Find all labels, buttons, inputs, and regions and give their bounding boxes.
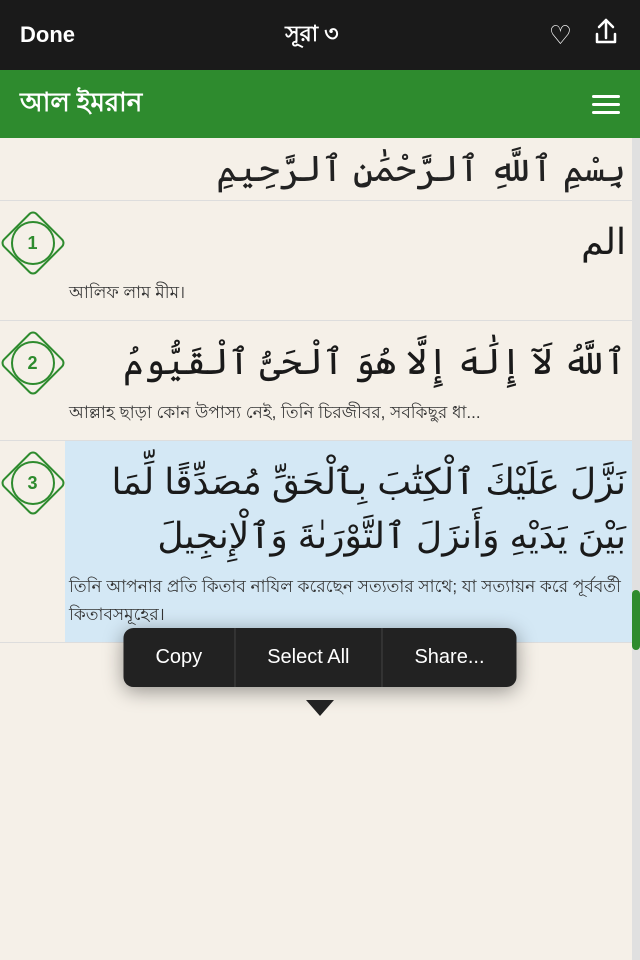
verse-1-container: 1 الم আলিফ লাম মীম। xyxy=(0,201,640,321)
verse-1-arabic: الم xyxy=(69,215,626,269)
verse-1-badge: 1 xyxy=(11,221,55,265)
top-nav: Done সূরা ৩ ♡ xyxy=(0,0,640,70)
verse-3-number-area: 3 xyxy=(0,441,65,641)
main-content: بِسْمِ ٱللَّهِ ٱلرَّحْمَٰنِ ٱلرَّحِيمِ 1… xyxy=(0,138,640,960)
hamburger-line-2 xyxy=(592,103,620,106)
verse-1-bengali: আলিফ লাম মীম। xyxy=(69,279,626,306)
verse-2-container: 2 ٱللَّهُ لَآ إِلَٰهَ إِلَّا هُوَ ٱلْحَى… xyxy=(0,321,640,441)
context-menu-arrow xyxy=(306,700,334,716)
done-button[interactable]: Done xyxy=(20,22,75,48)
bismillah-area: بِسْمِ ٱللَّهِ ٱلرَّحْمَٰنِ ٱلرَّحِيمِ xyxy=(0,138,640,201)
share-icon[interactable] xyxy=(592,18,620,53)
verse-3-arabic: نَزَّلَ عَلَيْكَ ٱلْكِتَٰبَ بِٱلْحَقِّ م… xyxy=(69,455,626,563)
verse-2-number-area: 2 xyxy=(0,321,65,440)
verse-2-text-area[interactable]: ٱللَّهُ لَآ إِلَٰهَ إِلَّا هُوَ ٱلْحَىُّ… xyxy=(65,321,640,440)
select-all-button[interactable]: Select All xyxy=(235,628,382,687)
scrollbar[interactable] xyxy=(632,138,640,960)
verse-2-badge: 2 xyxy=(11,341,55,385)
verse-1-number-area: 1 xyxy=(0,201,65,320)
verse-3-bengali: তিনি আপনার প্রতি কিতাব নাযিল করেছেন সত্য… xyxy=(69,573,626,627)
nav-icons: ♡ xyxy=(549,18,620,53)
verse-3-badge: 3 xyxy=(11,461,55,505)
bismillah-text: بِسْمِ ٱللَّهِ ٱلرَّحْمَٰنِ ٱلرَّحِيمِ xyxy=(216,148,626,189)
green-header: আল ইমরান xyxy=(0,70,640,138)
scrollbar-thumb[interactable] xyxy=(632,590,640,650)
verse-1-text-area[interactable]: الم আলিফ লাম মীম। xyxy=(65,201,640,320)
hamburger-line-3 xyxy=(592,111,620,114)
nav-title: সূরা ৩ xyxy=(285,17,338,54)
verse-2-arabic: ٱللَّهُ لَآ إِلَٰهَ إِلَّا هُوَ ٱلْحَىُّ… xyxy=(69,335,626,389)
verse-2-bengali: আল্লাহ ছাড়া কোন উপাস্য নেই, তিনি চিরজীব… xyxy=(69,399,626,426)
verse-3-container: 3 نَزَّلَ عَلَيْكَ ٱلْكِتَٰبَ بِٱلْحَقِّ… xyxy=(0,441,640,642)
heart-icon[interactable]: ♡ xyxy=(549,20,572,51)
surah-name: আল ইমরান xyxy=(20,82,142,126)
context-menu: Copy Select All Share... xyxy=(123,628,516,687)
menu-button[interactable] xyxy=(592,95,620,114)
copy-button[interactable]: Copy xyxy=(123,628,235,687)
hamburger-line-1 xyxy=(592,95,620,98)
share-button[interactable]: Share... xyxy=(382,628,516,687)
verse-3-text-area[interactable]: نَزَّلَ عَلَيْكَ ٱلْكِتَٰبَ بِٱلْحَقِّ م… xyxy=(65,441,640,641)
